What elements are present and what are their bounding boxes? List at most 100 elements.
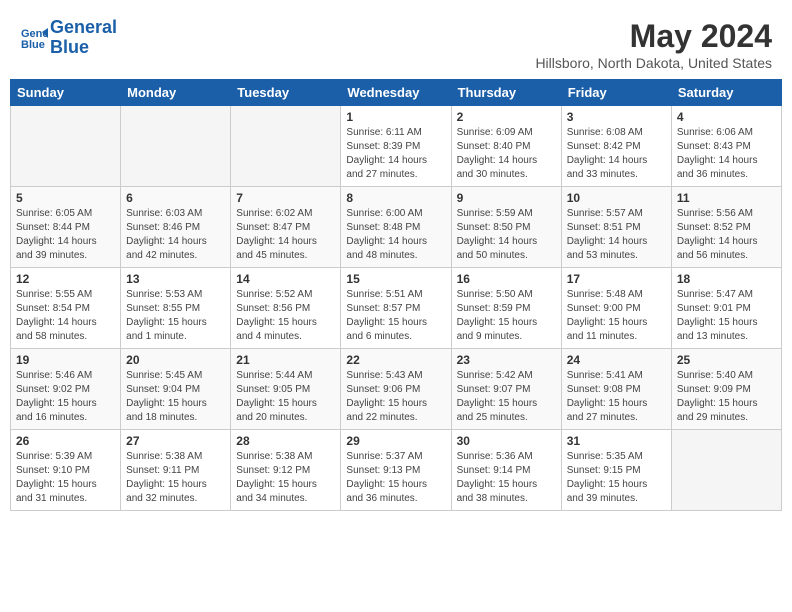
day-info: Sunrise: 5:53 AM Sunset: 8:55 PM Dayligh… [126,288,225,344]
calendar-day-28: 28 Sunrise: 5:38 AM Sunset: 9:12 PM Dayli… [231,430,341,511]
day-number: 3 [567,110,666,124]
calendar-day-2: 2 Sunrise: 6:09 AM Sunset: 8:40 PM Daylig… [451,106,561,187]
day-number: 9 [457,191,556,205]
day-number: 16 [457,272,556,286]
day-info: Sunrise: 5:44 AM Sunset: 9:05 PM Dayligh… [236,369,335,425]
day-number: 7 [236,191,335,205]
svg-text:Blue: Blue [21,39,45,51]
day-info: Sunrise: 6:03 AM Sunset: 8:46 PM Dayligh… [126,207,225,263]
calendar-day-17: 17Sunrise: 5:48 AM Sunset: 9:00 PM Dayli… [561,268,671,349]
day-number: 4 [677,110,776,124]
day-info: Sunrise: 5:43 AM Sunset: 9:06 PM Dayligh… [346,369,445,425]
day-info: Sunrise: 5:40 AM Sunset: 9:09 PM Dayligh… [677,369,776,425]
day-number: 10 [567,191,666,205]
calendar-day-29: 29 Sunrise: 5:37 AM Sunset: 9:13 PM Dayli… [341,430,451,511]
weekday-header-friday: Friday [561,80,671,106]
day-number: 2 [457,110,556,124]
day-number: 14 [236,272,335,286]
day-number: 17 [567,272,666,286]
calendar-day-27: 27Sunrise: 5:38 AM Sunset: 9:11 PM Dayli… [121,430,231,511]
day-info: Sunrise: 6:09 AM Sunset: 8:40 PM Dayligh… [457,126,556,182]
calendar-day-20: 20 Sunrise: 5:45 AM Sunset: 9:04 PM Dayli… [121,349,231,430]
day-number: 11 [677,191,776,205]
logo: General Blue GeneralBlue [20,18,117,58]
weekday-header-sunday: Sunday [11,80,121,106]
calendar-day-6: 6 Sunrise: 6:03 AM Sunset: 8:46 PM Daylig… [121,187,231,268]
day-number: 12 [16,272,115,286]
day-number: 13 [126,272,225,286]
day-number: 6 [126,191,225,205]
month-title: May 2024 [535,18,772,55]
day-number: 23 [457,353,556,367]
day-info: Sunrise: 6:02 AM Sunset: 8:47 PM Dayligh… [236,207,335,263]
day-number: 21 [236,353,335,367]
weekday-header-wednesday: Wednesday [341,80,451,106]
calendar-day-15: 15 Sunrise: 5:51 AM Sunset: 8:57 PM Dayli… [341,268,451,349]
day-info: Sunrise: 6:11 AM Sunset: 8:39 PM Dayligh… [346,126,445,182]
calendar-day-22: 22 Sunrise: 5:43 AM Sunset: 9:06 PM Dayli… [341,349,451,430]
calendar-week-1: 1 Sunrise: 6:11 AM Sunset: 8:39 PM Daylig… [11,106,782,187]
calendar-day-30: 30 Sunrise: 5:36 AM Sunset: 9:14 PM Dayli… [451,430,561,511]
day-number: 18 [677,272,776,286]
calendar-day-12: 12Sunrise: 5:55 AM Sunset: 8:54 PM Dayli… [11,268,121,349]
weekday-header-tuesday: Tuesday [231,80,341,106]
day-info: Sunrise: 5:51 AM Sunset: 8:57 PM Dayligh… [346,288,445,344]
day-number: 15 [346,272,445,286]
day-number: 28 [236,434,335,448]
weekday-header-monday: Monday [121,80,231,106]
day-info: Sunrise: 6:06 AM Sunset: 8:43 PM Dayligh… [677,126,776,182]
day-number: 27 [126,434,225,448]
calendar-day-8: 8Sunrise: 6:00 AM Sunset: 8:48 PM Daylig… [341,187,451,268]
day-info: Sunrise: 5:42 AM Sunset: 9:07 PM Dayligh… [457,369,556,425]
day-info: Sunrise: 5:59 AM Sunset: 8:50 PM Dayligh… [457,207,556,263]
day-info: Sunrise: 5:41 AM Sunset: 9:08 PM Dayligh… [567,369,666,425]
logo-text: GeneralBlue [50,18,117,58]
weekday-header-row: SundayMondayTuesdayWednesdayThursdayFrid… [11,80,782,106]
day-info: Sunrise: 5:52 AM Sunset: 8:56 PM Dayligh… [236,288,335,344]
day-info: Sunrise: 5:37 AM Sunset: 9:13 PM Dayligh… [346,450,445,506]
day-info: Sunrise: 5:36 AM Sunset: 9:14 PM Dayligh… [457,450,556,506]
day-number: 30 [457,434,556,448]
calendar-table: SundayMondayTuesdayWednesdayThursdayFrid… [10,79,782,511]
calendar-day-3: 3 Sunrise: 6:08 AM Sunset: 8:42 PM Daylig… [561,106,671,187]
day-number: 1 [346,110,445,124]
day-info: Sunrise: 6:08 AM Sunset: 8:42 PM Dayligh… [567,126,666,182]
day-number: 31 [567,434,666,448]
day-info: Sunrise: 5:45 AM Sunset: 9:04 PM Dayligh… [126,369,225,425]
calendar-day-23: 23 Sunrise: 5:42 AM Sunset: 9:07 PM Dayli… [451,349,561,430]
day-number: 20 [126,353,225,367]
calendar-day-31: 31 Sunrise: 5:35 AM Sunset: 9:15 PM Dayli… [561,430,671,511]
day-info: Sunrise: 5:46 AM Sunset: 9:02 PM Dayligh… [16,369,115,425]
day-info: Sunrise: 5:38 AM Sunset: 9:12 PM Dayligh… [236,450,335,506]
day-number: 22 [346,353,445,367]
calendar-day-14: 14 Sunrise: 5:52 AM Sunset: 8:56 PM Dayli… [231,268,341,349]
calendar-day-24: 24 Sunrise: 5:41 AM Sunset: 9:08 PM Dayli… [561,349,671,430]
calendar-day-7: 7 Sunrise: 6:02 AM Sunset: 8:47 PM Daylig… [231,187,341,268]
calendar-empty-cell [121,106,231,187]
calendar-day-9: 9 Sunrise: 5:59 AM Sunset: 8:50 PM Daylig… [451,187,561,268]
day-info: Sunrise: 5:56 AM Sunset: 8:52 PM Dayligh… [677,207,776,263]
day-number: 24 [567,353,666,367]
day-number: 26 [16,434,115,448]
day-info: Sunrise: 5:39 AM Sunset: 9:10 PM Dayligh… [16,450,115,506]
calendar-week-3: 12Sunrise: 5:55 AM Sunset: 8:54 PM Dayli… [11,268,782,349]
location-title: Hillsboro, North Dakota, United States [535,55,772,71]
calendar-week-5: 26 Sunrise: 5:39 AM Sunset: 9:10 PM Dayli… [11,430,782,511]
calendar-day-13: 13 Sunrise: 5:53 AM Sunset: 8:55 PM Dayli… [121,268,231,349]
calendar-day-1: 1 Sunrise: 6:11 AM Sunset: 8:39 PM Daylig… [341,106,451,187]
calendar-day-11: 11 Sunrise: 5:56 AM Sunset: 8:52 PM Dayli… [671,187,781,268]
day-info: Sunrise: 5:47 AM Sunset: 9:01 PM Dayligh… [677,288,776,344]
day-info: Sunrise: 5:35 AM Sunset: 9:15 PM Dayligh… [567,450,666,506]
weekday-header-saturday: Saturday [671,80,781,106]
day-number: 25 [677,353,776,367]
weekday-header-thursday: Thursday [451,80,561,106]
calendar-day-26: 26 Sunrise: 5:39 AM Sunset: 9:10 PM Dayli… [11,430,121,511]
calendar-day-19: 19Sunrise: 5:46 AM Sunset: 9:02 PM Dayli… [11,349,121,430]
logo-icon: General Blue [20,24,48,52]
calendar-day-5: 5Sunrise: 6:05 AM Sunset: 8:44 PM Daylig… [11,187,121,268]
day-number: 29 [346,434,445,448]
day-info: Sunrise: 6:00 AM Sunset: 8:48 PM Dayligh… [346,207,445,263]
title-block: May 2024 Hillsboro, North Dakota, United… [535,18,772,71]
calendar-day-4: 4 Sunrise: 6:06 AM Sunset: 8:43 PM Daylig… [671,106,781,187]
page-header: General Blue GeneralBlue May 2024 Hillsb… [10,10,782,75]
